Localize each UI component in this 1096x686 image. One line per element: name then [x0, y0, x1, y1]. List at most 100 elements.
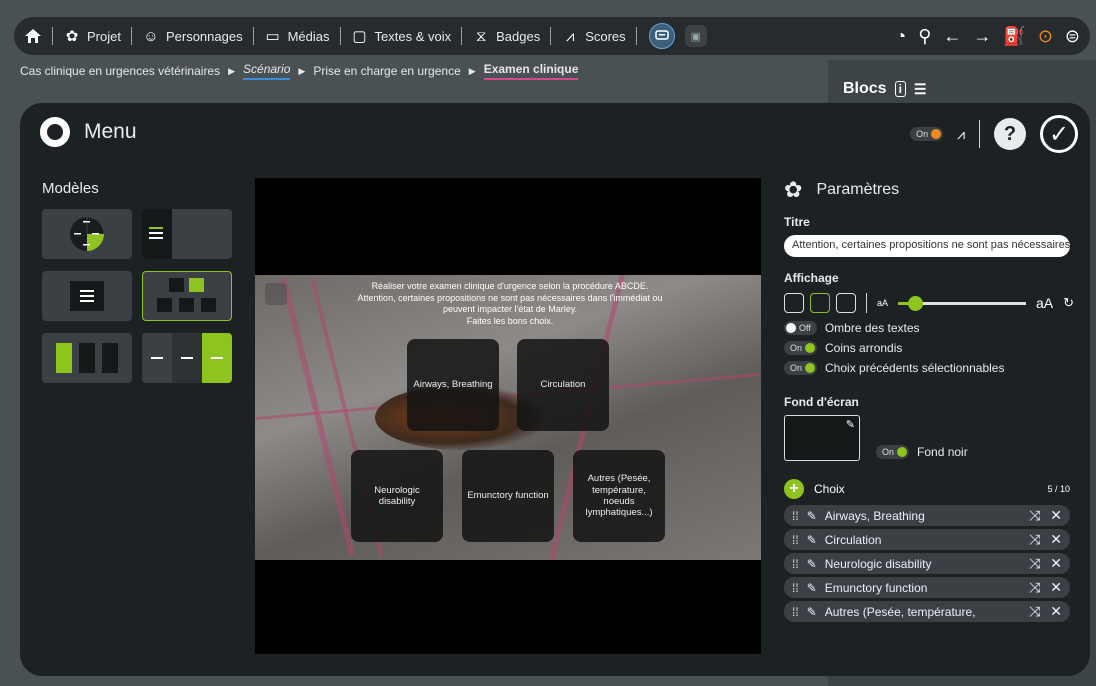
- model-line: [151, 357, 163, 359]
- info-icon[interactable]: i: [894, 81, 906, 97]
- close-icon[interactable]: ✕: [1050, 555, 1062, 572]
- choice-row[interactable]: ⁞⁞ ✎ Autres (Pesée, température, ⤨ ✕: [784, 601, 1070, 622]
- modal-header-actions: On ⩘ ? ✓: [910, 115, 1078, 153]
- arrow-right-icon[interactable]: →: [973, 26, 991, 47]
- shuffle-icon[interactable]: ⤨: [1029, 507, 1040, 524]
- background-preview[interactable]: ✎: [784, 415, 860, 461]
- add-choice-button[interactable]: +: [784, 479, 804, 499]
- choice-card[interactable]: Airways, Breathing: [407, 339, 499, 431]
- text-bottom-icon[interactable]: [836, 293, 856, 313]
- breadcrumb-item-current[interactable]: Examen clinique: [483, 62, 579, 80]
- model-column: [102, 343, 118, 373]
- toggle-row-shadow: Off Ombre des textes: [784, 321, 1074, 335]
- lifebuoy-icon: [40, 117, 70, 147]
- shuffle-icon[interactable]: ⤨: [1029, 579, 1040, 596]
- toggle-shadow[interactable]: Off: [784, 321, 817, 335]
- edit-icon[interactable]: ✎: [807, 605, 817, 619]
- drag-handle-icon[interactable]: ⁞⁞: [792, 557, 799, 571]
- arrow-left-icon[interactable]: ←: [943, 26, 961, 47]
- menu-block-button[interactable]: [648, 23, 675, 49]
- choix-header: + Choix 5 / 10: [784, 479, 1074, 499]
- text-middle-icon[interactable]: [810, 293, 830, 313]
- close-icon[interactable]: ✕: [1050, 603, 1062, 620]
- list-icon[interactable]: ☰: [914, 81, 927, 98]
- help-button[interactable]: ?: [994, 118, 1026, 150]
- media-icon: ▭: [265, 28, 280, 45]
- reset-icon[interactable]: ↻: [1063, 295, 1074, 311]
- shuffle-icon[interactable]: ⤨: [1029, 531, 1040, 548]
- choice-card[interactable]: Neurologic disability: [351, 450, 443, 542]
- edit-icon[interactable]: ✎: [807, 557, 817, 571]
- model-columns[interactable]: [42, 333, 132, 383]
- nav-badges[interactable]: ⧖ Badges: [462, 27, 550, 45]
- validate-button[interactable]: ✓: [1040, 115, 1078, 153]
- choice-card[interactable]: Autres (Pesée, température, noeuds lymph…: [573, 450, 665, 542]
- nav-projet[interactable]: ✿ Projet: [53, 27, 131, 45]
- background-row: ✎ On Fond noir: [784, 415, 1074, 461]
- drag-handle-icon[interactable]: ⁞⁞: [792, 581, 799, 595]
- nav-scores[interactable]: ⩘ Scores: [551, 27, 635, 45]
- choice-row[interactable]: ⁞⁞ ✎ Airways, Breathing ⤨ ✕: [784, 505, 1070, 526]
- clapper-icon[interactable]: ⛽: [1003, 26, 1025, 47]
- toggle-switch[interactable]: On: [910, 127, 944, 141]
- close-icon[interactable]: ✕: [1050, 507, 1062, 524]
- model-full-columns[interactable]: [142, 333, 232, 383]
- chart-icon[interactable]: ⩘: [957, 126, 965, 143]
- breadcrumb-item[interactable]: Cas clinique en urgences vétérinaires: [20, 64, 220, 78]
- blocs-title: Blocs: [843, 80, 887, 97]
- drag-handle-icon[interactable]: ⁞⁞: [792, 605, 799, 619]
- edit-icon[interactable]: ✎: [807, 581, 817, 595]
- play-icon[interactable]: ⊙: [1038, 26, 1053, 47]
- model-circle[interactable]: [42, 209, 132, 259]
- model-grid-selected[interactable]: [142, 271, 232, 321]
- edit-icon[interactable]: ✎: [807, 533, 817, 547]
- choice-row[interactable]: ⁞⁞ ✎ Circulation ⤨ ✕: [784, 529, 1070, 550]
- choice-row[interactable]: ⁞⁞ ✎ Neurologic disability ⤨ ✕: [784, 553, 1070, 574]
- history-icon[interactable]: ◔: [895, 26, 906, 47]
- hamburger-icon: [265, 283, 287, 305]
- image-block-button[interactable]: ▣: [684, 25, 707, 47]
- close-icon[interactable]: ✕: [1050, 531, 1062, 548]
- toggle-row-rounded: On Coins arrondis: [784, 341, 1074, 355]
- top-toolbar: ✿ Projet ☺ Personnages ▭ Médias ▢ Textes…: [14, 17, 1090, 55]
- search-icon[interactable]: ⚲: [918, 26, 931, 47]
- choice-card[interactable]: Emunctory function: [462, 450, 554, 542]
- question-line: Faites les bons choix.: [466, 316, 554, 327]
- toggle-fond-noir[interactable]: On: [876, 445, 910, 459]
- gear-icon: ✿: [65, 28, 79, 45]
- edit-icon[interactable]: ✎: [807, 509, 817, 523]
- chevron-right-icon: ▶: [228, 65, 236, 76]
- nav-medias[interactable]: ▭ Médias: [254, 27, 340, 45]
- close-icon[interactable]: ✕: [1050, 579, 1062, 596]
- choice-row[interactable]: ⁞⁞ ✎ Emunctory function ⤨ ✕: [784, 577, 1070, 598]
- choice-card[interactable]: Circulation: [517, 339, 609, 431]
- breadcrumb-item[interactable]: Prise en charge en urgence: [313, 64, 460, 78]
- titre-input[interactable]: Attention, certaines propositions ne son…: [784, 235, 1070, 257]
- drag-handle-icon[interactable]: ⁞⁞: [792, 533, 799, 547]
- shuffle-icon[interactable]: ⤨: [1029, 555, 1040, 572]
- divider: [866, 293, 867, 313]
- toggle-knob: [805, 363, 816, 373]
- slider-knob[interactable]: [907, 295, 923, 311]
- text-top-icon[interactable]: [784, 293, 804, 313]
- toggle-knob: [897, 447, 908, 457]
- home-icon[interactable]: [24, 27, 42, 45]
- toggle-previous[interactable]: On: [784, 361, 818, 375]
- model-side-panel[interactable]: [142, 209, 232, 259]
- model-center-box[interactable]: [42, 271, 132, 321]
- choix-label: Choix: [814, 482, 845, 496]
- drag-handle-icon[interactable]: ⁞⁞: [792, 509, 799, 523]
- toolbar-right: ◔ ⚲ ← → ⛽ ⊙ ⊜: [895, 26, 1080, 47]
- choice-row-label: Emunctory function: [824, 580, 928, 595]
- model-tile: [189, 278, 204, 292]
- nav-textes-voix[interactable]: ▢ Textes & voix: [341, 27, 462, 45]
- question-line: peuvent impacter l'état de Marley.: [442, 304, 578, 315]
- hamburger-menu-icon[interactable]: ⊜: [1065, 26, 1080, 47]
- nav-personnages[interactable]: ☺ Personnages: [132, 27, 253, 45]
- toggle-label: Coins arrondis: [825, 341, 903, 355]
- toggle-rounded[interactable]: On: [784, 341, 818, 355]
- text-size-slider[interactable]: [898, 295, 1026, 311]
- edit-icon[interactable]: ✎: [846, 418, 855, 431]
- shuffle-icon[interactable]: ⤨: [1029, 603, 1040, 620]
- breadcrumb-item[interactable]: Scénario: [243, 62, 291, 80]
